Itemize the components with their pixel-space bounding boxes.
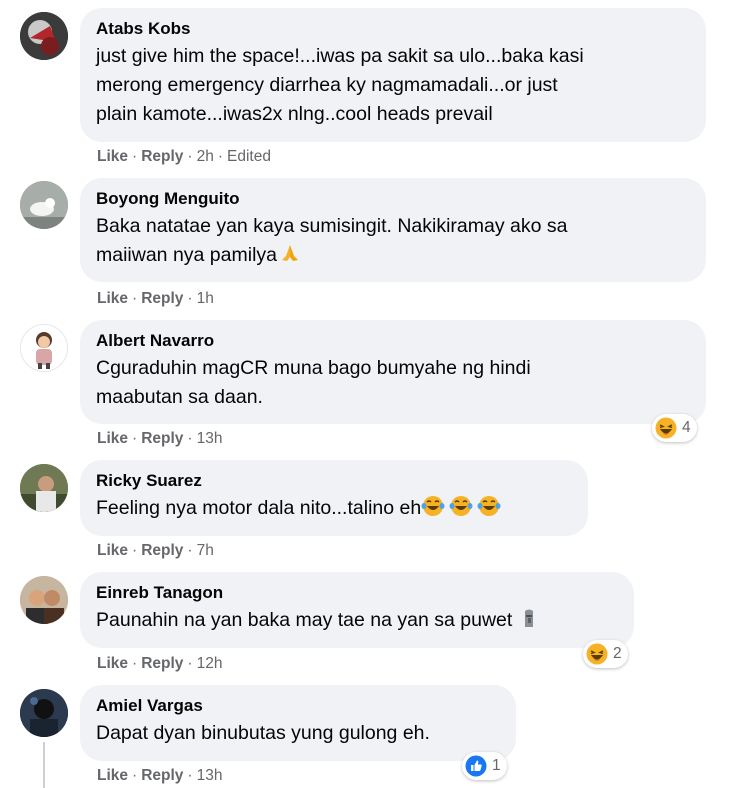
comment-bubble: Ricky Suarez Feeling nya motor dala nito… bbox=[80, 460, 588, 536]
timestamp[interactable]: 12h bbox=[197, 655, 223, 672]
reaction-summary[interactable]: 2 bbox=[583, 640, 628, 668]
comment-bubble: Atabs Kobs just give him the space!...iw… bbox=[80, 8, 706, 142]
avatar[interactable] bbox=[20, 12, 68, 60]
comment-actions: Like · Reply · 7h bbox=[97, 542, 214, 559]
avatar[interactable] bbox=[20, 689, 68, 737]
avatar[interactable] bbox=[20, 324, 68, 372]
reaction-count: 2 bbox=[613, 645, 622, 662]
edited-label: Edited bbox=[227, 148, 271, 165]
like-link[interactable]: Like bbox=[97, 290, 128, 307]
reaction-summary[interactable]: 1 bbox=[462, 752, 507, 780]
timestamp[interactable]: 13h bbox=[197, 430, 223, 447]
moai-emoji-icon bbox=[518, 606, 540, 635]
author-name[interactable]: Boyong Menguito bbox=[96, 188, 690, 210]
reply-link[interactable]: Reply bbox=[141, 290, 183, 307]
laughing-emoji-icon bbox=[655, 417, 677, 439]
avatar[interactable] bbox=[20, 464, 68, 512]
timestamp[interactable]: 13h bbox=[197, 767, 223, 784]
comment-actions: Like · Reply · 12h bbox=[97, 655, 223, 672]
comment-actions: Like · Reply · 2h · Edited bbox=[97, 148, 271, 165]
comment-text: just give him the space!...iwas pa sakit… bbox=[96, 45, 584, 125]
reaction-count: 1 bbox=[492, 757, 501, 774]
author-name[interactable]: Ricky Suarez bbox=[96, 470, 572, 492]
comment-text: Baka natatae yan kaya sumisingit. Nakiki… bbox=[96, 212, 690, 270]
author-name[interactable]: Albert Navarro bbox=[96, 330, 690, 352]
author-name[interactable]: Amiel Vargas bbox=[96, 695, 500, 717]
comment-text: Feeling nya motor dala nito...talino eh bbox=[96, 494, 572, 523]
comment-text: Cguraduhin magCR muna bago bumyahe ng hi… bbox=[96, 357, 531, 408]
reply-link[interactable]: Reply bbox=[141, 430, 183, 447]
like-link[interactable]: Like bbox=[97, 767, 128, 784]
comment-bubble: Boyong Menguito Baka natatae yan kaya su… bbox=[80, 178, 706, 282]
comment-actions: Like · Reply · 13h bbox=[97, 767, 223, 784]
like-icon bbox=[465, 755, 487, 777]
comment-bubble: Amiel Vargas Dapat dyan binubutas yung g… bbox=[80, 685, 516, 761]
like-link[interactable]: Like bbox=[97, 655, 128, 672]
like-link[interactable]: Like bbox=[97, 430, 128, 447]
tears-of-joy-emoji-icon bbox=[421, 494, 501, 523]
comment-text: Dapat dyan binubutas yung gulong eh. bbox=[96, 722, 430, 744]
reply-link[interactable]: Reply bbox=[141, 542, 183, 559]
reply-link[interactable]: Reply bbox=[141, 767, 183, 784]
timestamp[interactable]: 2h bbox=[197, 148, 214, 165]
comment-bubble: Albert Navarro Cguraduhin magCR muna bag… bbox=[80, 320, 706, 424]
comment-text: Paunahin na yan baka may tae na yan sa p… bbox=[96, 606, 618, 635]
reaction-count: 4 bbox=[682, 419, 691, 436]
reply-link[interactable]: Reply bbox=[141, 655, 183, 672]
folded-hands-emoji-icon bbox=[279, 241, 301, 270]
author-name[interactable]: Atabs Kobs bbox=[96, 18, 690, 40]
timestamp[interactable]: 1h bbox=[197, 290, 214, 307]
like-link[interactable]: Like bbox=[97, 542, 128, 559]
comment-bubble: Einreb Tanagon Paunahin na yan baka may … bbox=[80, 572, 634, 648]
author-name[interactable]: Einreb Tanagon bbox=[96, 582, 618, 604]
laughing-emoji-icon bbox=[586, 643, 608, 665]
thread-line bbox=[43, 742, 45, 788]
like-link[interactable]: Like bbox=[97, 148, 128, 165]
comment-actions: Like · Reply · 13h bbox=[97, 430, 223, 447]
reply-link[interactable]: Reply bbox=[141, 148, 183, 165]
reaction-summary[interactable]: 4 bbox=[652, 414, 697, 442]
timestamp[interactable]: 7h bbox=[197, 542, 214, 559]
avatar[interactable] bbox=[20, 181, 68, 229]
avatar[interactable] bbox=[20, 576, 68, 624]
comment-actions: Like · Reply · 1h bbox=[97, 290, 214, 307]
